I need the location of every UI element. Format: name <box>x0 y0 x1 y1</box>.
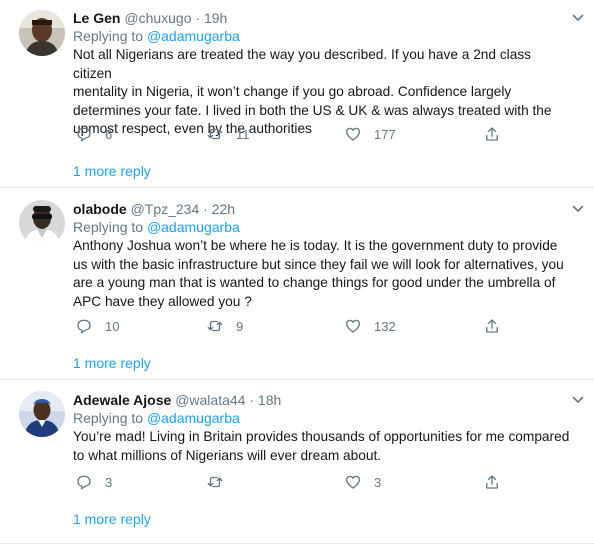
timestamp[interactable]: 18h <box>258 392 281 408</box>
like-button[interactable]: 3 <box>344 472 381 492</box>
like-button[interactable]: 177 <box>344 124 396 144</box>
retweet-count: 11 <box>236 126 250 142</box>
like-count: 3 <box>374 474 382 490</box>
tweet-actions: 6 11 177 <box>73 124 573 144</box>
tweet-text-line: determines your fate. I lived in both th… <box>73 102 552 118</box>
divider <box>0 187 594 188</box>
avatar-image <box>19 391 65 437</box>
replying-to: Replying to @adamugarba <box>73 218 240 236</box>
tweet-text-line: APC have they allowed you ? <box>73 293 252 309</box>
retweet-icon <box>207 320 223 332</box>
divider <box>0 543 594 544</box>
retweet-count: 9 <box>236 318 244 334</box>
mention-link[interactable]: @adamugarba <box>147 28 240 44</box>
reply-icon <box>77 127 91 142</box>
display-name[interactable]: olabode <box>73 201 127 217</box>
share-button[interactable] <box>483 472 501 492</box>
chevron-down-icon[interactable] <box>572 203 584 215</box>
user-handle[interactable]: @chuxugo <box>124 10 191 26</box>
reply-tweet[interactable]: Adewale Ajose @walata44 · 18h Replying t… <box>0 390 594 545</box>
avatar-image <box>19 10 65 56</box>
like-count: 177 <box>374 126 396 142</box>
tweet-header: Adewale Ajose @walata44 · 18h <box>73 391 281 409</box>
tweet-text-line: You’re mad! Living in Britain provides t… <box>73 429 570 444</box>
reply-button[interactable]: 3 <box>75 472 112 492</box>
tweet-text-line: to what millions of Nigerians will ever … <box>73 447 382 463</box>
share-button[interactable] <box>483 316 501 336</box>
timestamp[interactable]: 22h <box>212 201 235 217</box>
reply-tweet[interactable]: olabode @Tpz_234 · 22h Replying to @adam… <box>0 199 594 379</box>
avatar[interactable] <box>19 10 65 56</box>
more-replies-link[interactable]: 1 more reply <box>73 162 151 180</box>
divider <box>0 379 594 380</box>
tweet-text-line: Not all Nigerians are treated the way yo… <box>73 47 532 81</box>
tweet-text: You’re mad! Living in Britain provides t… <box>73 428 573 465</box>
like-icon <box>345 319 361 333</box>
share-button[interactable] <box>483 124 501 144</box>
tweet-text-line: Anthony Joshua won’t be where he is toda… <box>73 238 558 253</box>
tweet-actions: 10 9 132 <box>73 316 573 336</box>
separator-dot: · <box>195 10 201 26</box>
like-count: 132 <box>374 318 396 334</box>
more-replies-link[interactable]: 1 more reply <box>73 510 151 528</box>
tweet-header: Le Gen @chuxugo · 19h <box>73 9 227 27</box>
share-icon <box>486 319 498 333</box>
timestamp[interactable]: 19h <box>204 10 227 26</box>
reply-count: 10 <box>105 318 120 334</box>
separator-dot: · <box>203 201 208 217</box>
retweet-button[interactable] <box>206 472 236 492</box>
chevron-down-icon[interactable] <box>572 394 584 406</box>
like-icon <box>345 475 361 489</box>
tweet-text-line: mentality in Nigeria, it won’t change if… <box>73 84 512 99</box>
reply-button[interactable]: 10 <box>75 316 119 336</box>
tweet-text-line: us with the basic infrastructure but sin… <box>73 256 564 272</box>
avatar[interactable] <box>19 200 65 246</box>
reply-count: 6 <box>105 126 113 142</box>
retweet-button[interactable]: 9 <box>206 316 243 336</box>
replying-to-label: Replying to <box>73 410 147 426</box>
reply-icon <box>77 319 91 334</box>
share-icon <box>486 475 498 489</box>
retweet-icon <box>207 476 223 488</box>
tweet-actions: 3 3 <box>73 472 573 492</box>
user-handle[interactable]: @Tpz_234 <box>131 201 200 217</box>
like-icon <box>345 127 361 141</box>
replying-to-label: Replying to <box>73 219 147 235</box>
display-name[interactable]: Adewale Ajose <box>73 392 171 408</box>
tweet-text-line: are a young man that is wanted to change… <box>73 275 556 290</box>
display-name[interactable]: Le Gen <box>73 10 120 26</box>
mention-link[interactable]: @adamugarba <box>147 410 240 426</box>
separator-dot: · <box>249 392 255 408</box>
share-icon <box>486 127 498 141</box>
retweet-button[interactable]: 11 <box>206 124 250 144</box>
avatar-image <box>19 200 65 246</box>
reply-button[interactable]: 6 <box>75 124 112 144</box>
reply-count: 3 <box>105 474 113 490</box>
tweet-header: olabode @Tpz_234 · 22h <box>73 200 235 218</box>
like-button[interactable]: 132 <box>344 316 396 336</box>
retweet-icon <box>207 128 223 140</box>
replying-to-label: Replying to <box>73 28 147 44</box>
user-handle[interactable]: @walata44 <box>175 392 245 408</box>
replying-to: Replying to @adamugarba <box>73 27 240 45</box>
reply-icon <box>77 475 91 490</box>
more-replies-link[interactable]: 1 more reply <box>73 354 151 372</box>
chevron-down-icon[interactable] <box>572 12 584 24</box>
mention-link[interactable]: @adamugarba <box>147 219 240 235</box>
avatar[interactable] <box>19 391 65 437</box>
tweet-text: Anthony Joshua won’t be where he is toda… <box>73 237 573 311</box>
reply-tweet[interactable]: Le Gen @chuxugo · 19h Replying to @adamu… <box>0 8 594 188</box>
replying-to: Replying to @adamugarba <box>73 409 240 427</box>
